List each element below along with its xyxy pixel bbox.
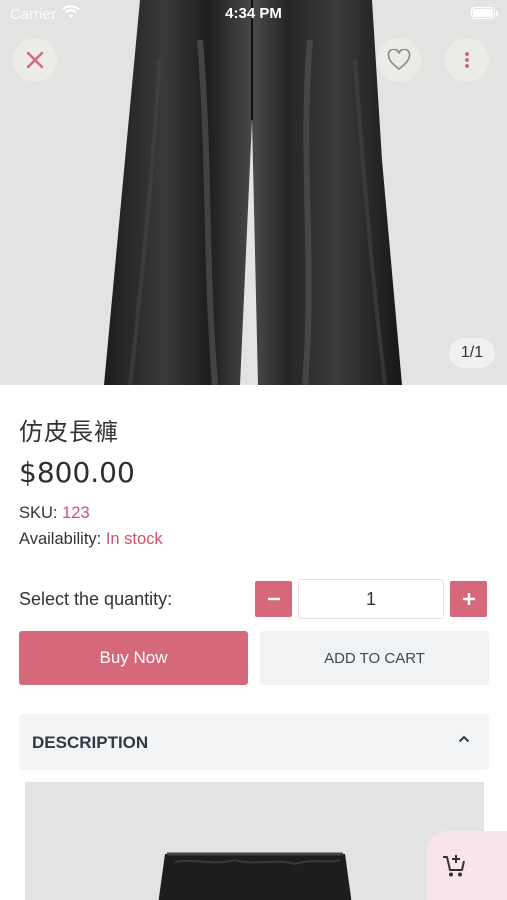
more-options-button[interactable]: [445, 38, 489, 82]
close-icon: [26, 51, 44, 69]
description-image: [25, 782, 484, 900]
minus-icon: [267, 597, 280, 601]
battery-icon: [471, 7, 495, 19]
quantity-input[interactable]: [298, 579, 444, 619]
plus-icon: [462, 593, 475, 605]
availability-value: In stock: [105, 530, 163, 548]
heart-icon: [387, 49, 411, 71]
pants-waistband-image: [158, 852, 352, 900]
clock: 4:34 PM: [225, 5, 282, 22]
quantity-increase-button[interactable]: [450, 581, 487, 617]
add-to-cart-button[interactable]: ADD TO CART: [260, 631, 489, 685]
sku-label: SKU:: [19, 504, 58, 522]
quantity-label: Select the quantity:: [19, 589, 173, 609]
description-label: DESCRIPTION: [32, 733, 149, 752]
favorite-button[interactable]: [377, 38, 421, 82]
availability-label: Availability:: [19, 530, 102, 548]
sku-row: SKU: 123: [19, 504, 90, 523]
close-button[interactable]: [13, 38, 57, 82]
floating-cart-button[interactable]: [427, 831, 507, 900]
description-accordion-header[interactable]: DESCRIPTION: [19, 714, 489, 770]
sku-value: 123: [62, 504, 90, 522]
chevron-up-icon: [457, 732, 471, 751]
product-price: $800.00: [19, 456, 135, 489]
leather-pants-image: [104, 0, 402, 385]
more-vertical-icon: [465, 52, 469, 68]
image-counter: 1/1: [449, 338, 495, 368]
buy-now-button[interactable]: Buy Now: [19, 631, 248, 685]
product-title: 仿皮長褲: [19, 418, 119, 446]
quantity-decrease-button[interactable]: [255, 581, 292, 617]
availability-row: Availability: In stock: [19, 530, 163, 549]
product-image[interactable]: Carrier 4:34 PM 1/1: [0, 0, 507, 385]
status-bar: Carrier 4:34 PM: [0, 0, 507, 28]
add-shopping-cart-icon: [443, 855, 465, 877]
